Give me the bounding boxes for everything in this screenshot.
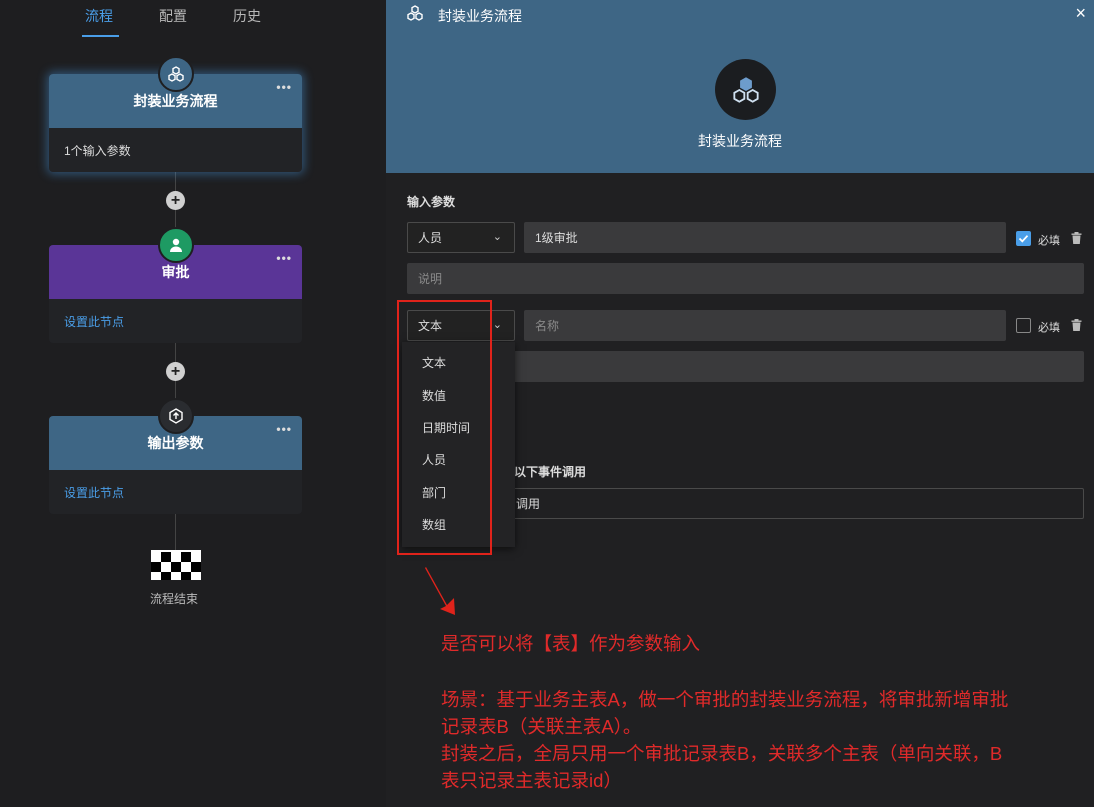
more-icon[interactable]: ••• xyxy=(276,80,292,94)
annotation-arrow-icon xyxy=(425,567,455,615)
tab-bar: 流程 配置 历史 xyxy=(0,0,386,40)
param-description-input[interactable]: 说明 xyxy=(407,263,1084,294)
check-icon xyxy=(1018,235,1029,243)
annotation-scenario-line: 记录表B（关联主表A）。 xyxy=(441,716,642,737)
trash-icon[interactable] xyxy=(1071,231,1082,249)
output-icon xyxy=(158,398,194,434)
dropdown-option[interactable]: 数值 xyxy=(422,387,446,404)
input-params-heading: 输入参数 xyxy=(407,195,456,209)
close-icon[interactable]: × xyxy=(1075,3,1086,24)
add-node-button[interactable]: + xyxy=(166,191,185,210)
event-heading: 以下事件调用 xyxy=(514,465,587,479)
dropdown-option[interactable]: 数组 xyxy=(422,516,446,533)
node-setup-link[interactable]: 设置此节点 xyxy=(49,299,302,343)
node-setup-link[interactable]: 设置此节点 xyxy=(49,470,302,514)
finish-label: 流程结束 xyxy=(150,592,199,606)
connector-line xyxy=(175,514,176,554)
node-summary: 1个输入参数 xyxy=(64,143,131,158)
annotation-scenario-line: 封装之后，全局只用一个审批记录表B，关联多个主表（单向关联，B xyxy=(441,743,1003,764)
hexagons-icon xyxy=(158,56,194,92)
tab-config[interactable]: 配置 xyxy=(159,6,187,26)
selected-type: 人员 xyxy=(418,231,443,245)
trash-icon[interactable] xyxy=(1071,318,1082,336)
tab-flow[interactable]: 流程 xyxy=(85,6,113,26)
param-type-select[interactable]: 文本 ⌄ xyxy=(407,310,515,341)
flow-canvas: 流程 配置 历史 封装业务流程 ••• 1个输入参数 + 审批 ••• 设置此节… xyxy=(0,0,386,807)
node-title: 审批 xyxy=(161,264,190,280)
tab-history[interactable]: 历史 xyxy=(233,6,261,26)
hexagons-icon xyxy=(732,76,759,103)
more-icon[interactable]: ••• xyxy=(276,422,292,436)
chevron-down-icon: ⌄ xyxy=(492,231,502,243)
node-title: 输出参数 xyxy=(147,435,204,451)
required-checkbox[interactable] xyxy=(1016,231,1031,246)
process-name: 封装业务流程 xyxy=(698,133,782,149)
required-label: 必填 xyxy=(1038,235,1060,247)
process-avatar xyxy=(715,59,776,120)
required-checkbox[interactable] xyxy=(1016,318,1031,333)
annotation-scenario-line: 场景：基于业务主表A，做一个审批的封装业务流程，将审批新增审批 xyxy=(441,689,1009,710)
add-node-button[interactable]: + xyxy=(166,362,185,381)
param-type-select[interactable]: 人员 ⌄ xyxy=(407,222,515,253)
dropdown-option[interactable]: 部门 xyxy=(422,484,446,501)
annotation-question: 是否可以将【表】作为参数输入 xyxy=(441,633,701,654)
dropdown-option[interactable]: 人员 xyxy=(422,451,446,468)
user-icon xyxy=(158,227,194,263)
param-name-input[interactable]: 1级审批 xyxy=(524,222,1006,253)
node-title: 封装业务流程 xyxy=(133,93,218,109)
chevron-down-icon: ⌄ xyxy=(492,319,502,331)
selected-type: 文本 xyxy=(418,319,443,333)
finish-flag-icon xyxy=(151,550,201,580)
required-label: 必填 xyxy=(1038,322,1060,334)
hexagons-icon xyxy=(406,4,424,27)
panel-header: 封装业务流程 × 封装业务流程 xyxy=(386,0,1094,173)
param-name-input[interactable]: 名称 xyxy=(524,310,1006,341)
type-dropdown-menu: 文本 数值 日期时间 人员 部门 数组 xyxy=(402,342,515,547)
dropdown-option[interactable]: 文本 xyxy=(422,354,446,371)
panel-title: 封装业务流程 xyxy=(438,8,522,24)
more-icon[interactable]: ••• xyxy=(276,251,292,265)
event-value: 调用 xyxy=(516,497,541,511)
tab-active-indicator xyxy=(82,35,119,37)
annotation-scenario-line: 表只记录主表记录id） xyxy=(441,770,622,791)
dropdown-option[interactable]: 日期时间 xyxy=(422,419,470,436)
